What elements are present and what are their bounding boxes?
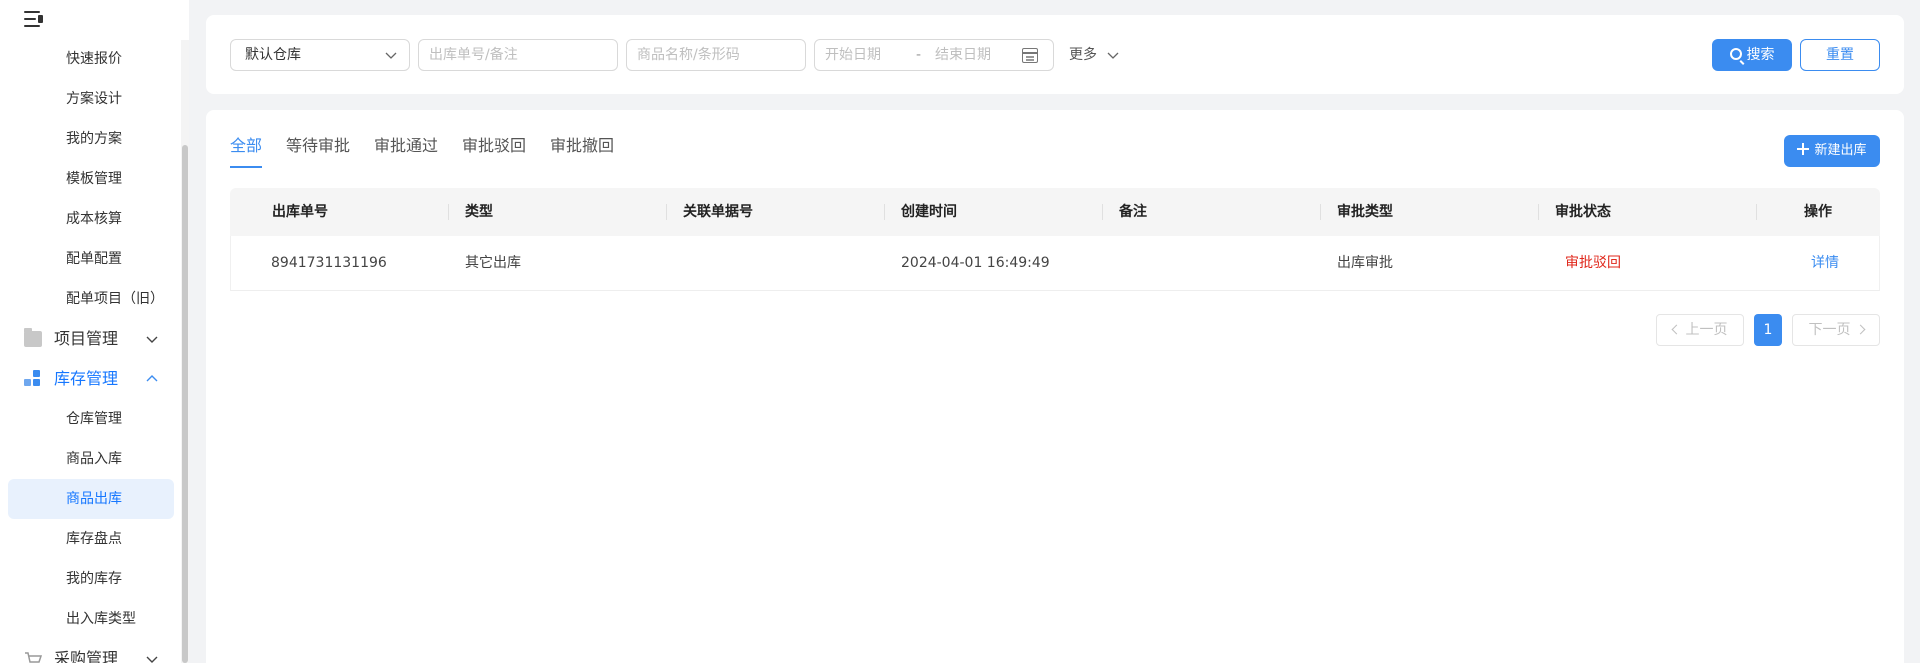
tab-active-indicator (230, 166, 262, 168)
inventory-icon (24, 370, 42, 387)
sidebar: 快速报价 方案设计 我的方案 模板管理 成本核算 配单配置 配单项目（旧） 项目… (0, 0, 189, 663)
sidebar-item-order-project-legacy[interactable]: 配单项目（旧） (66, 279, 164, 319)
product-search-placeholder: 商品名称/条形码 (637, 47, 740, 63)
more-filters-toggle[interactable]: 更多 (1069, 39, 1119, 71)
sidebar-item-inout-types[interactable]: 出入库类型 (66, 599, 136, 639)
tab-withdrawn[interactable]: 审批撤回 (550, 134, 614, 158)
end-date-placeholder[interactable]: 结束日期 (935, 40, 991, 70)
new-outbound-button[interactable]: 新建出库 (1784, 135, 1880, 167)
order-no-input[interactable]: 出库单号/备注 (418, 39, 618, 71)
calendar-icon[interactable] (1022, 48, 1038, 63)
cell-approval-type: 出库审批 (1337, 255, 1393, 271)
sidebar-item-cost-accounting[interactable]: 成本核算 (66, 199, 122, 239)
chevron-up-icon (146, 375, 158, 382)
next-page-label: 下一页 (1808, 322, 1851, 338)
cell-order-no: 8941731131196 (271, 255, 387, 271)
outbound-list-panel: 全部 等待审批 审批通过 审批驳回 审批撤回 新建出库 出库单号 类型 关联单据… (206, 110, 1904, 663)
collapse-menu-icon[interactable] (24, 10, 44, 28)
sidebar-group-label: 库存管理 (54, 369, 119, 388)
more-label: 更多 (1069, 47, 1097, 63)
start-date-placeholder[interactable]: 开始日期 (825, 40, 881, 70)
next-page-button[interactable]: 下一页 (1792, 314, 1880, 346)
column-header: 备注 (1119, 204, 1147, 220)
search-button[interactable]: 搜索 (1712, 39, 1792, 71)
plus-icon (1797, 143, 1810, 155)
search-icon (1729, 48, 1742, 60)
sidebar-item-solution-design[interactable]: 方案设计 (66, 79, 122, 119)
column-header: 类型 (465, 204, 493, 220)
column-header: 操作 (1804, 204, 1832, 220)
cell-approval-status: 审批驳回 (1565, 255, 1621, 271)
tab-rejected[interactable]: 审批驳回 (462, 134, 526, 158)
outbound-table: 出库单号 类型 关联单据号 创建时间 备注 审批类型 审批状态 操作 89417… (230, 188, 1880, 291)
warehouse-select[interactable]: 默认仓库 (230, 39, 410, 71)
filter-panel: 默认仓库 出库单号/备注 商品名称/条形码 开始日期 - 结束日期 更多 搜索 … (206, 15, 1904, 94)
product-search-input[interactable]: 商品名称/条形码 (626, 39, 806, 71)
cell-created-at: 2024-04-01 16:49:49 (901, 255, 1050, 271)
app-root: 快速报价 方案设计 我的方案 模板管理 成本核算 配单配置 配单项目（旧） 项目… (0, 0, 1920, 663)
sidebar-group-label: 采购管理 (54, 649, 119, 663)
tab-pending-approval[interactable]: 等待审批 (286, 134, 350, 158)
sidebar-item-goods-outbound[interactable]: 商品出库 (66, 479, 122, 519)
chevron-right-icon (1855, 324, 1865, 335)
column-header: 关联单据号 (683, 204, 753, 220)
new-outbound-label: 新建出库 (1814, 143, 1867, 158)
column-header: 审批类型 (1337, 204, 1393, 220)
table-row: 8941731131196 其它出库 2024-04-01 16:49:49 出… (230, 236, 1880, 291)
sidebar-item-my-solutions[interactable]: 我的方案 (66, 119, 122, 159)
order-no-placeholder: 出库单号/备注 (429, 47, 518, 63)
sidebar-item-goods-inbound[interactable]: 商品入库 (66, 439, 122, 479)
column-header: 审批状态 (1555, 204, 1611, 220)
sidebar-scrollbar-thumb[interactable] (182, 145, 188, 663)
date-range-separator: - (916, 47, 922, 63)
sidebar-group-label: 项目管理 (54, 329, 119, 348)
sidebar-group-purchase[interactable]: 采购管理 (24, 639, 164, 663)
tab-approved[interactable]: 审批通过 (374, 134, 438, 158)
prev-page-button[interactable]: 上一页 (1656, 314, 1744, 346)
sidebar-group-project[interactable]: 项目管理 (24, 319, 164, 359)
chevron-down-icon (146, 336, 158, 343)
date-range-picker[interactable]: 开始日期 - 结束日期 (814, 39, 1054, 71)
warehouse-select-value: 默认仓库 (245, 47, 301, 63)
sidebar-item-order-config[interactable]: 配单配置 (66, 239, 122, 279)
chevron-left-icon (1671, 324, 1681, 335)
chevron-down-icon (1107, 52, 1119, 59)
reset-button[interactable]: 重置 (1800, 39, 1880, 71)
table-header: 出库单号 类型 关联单据号 创建时间 备注 审批类型 审批状态 操作 (230, 188, 1880, 236)
column-header: 创建时间 (901, 204, 957, 220)
search-button-label: 搜索 (1746, 47, 1775, 63)
cell-type: 其它出库 (465, 255, 521, 271)
prev-page-label: 上一页 (1685, 322, 1728, 338)
cart-icon (25, 652, 42, 663)
sidebar-group-inventory[interactable]: 库存管理 (24, 359, 164, 399)
sidebar-item-quick-quote[interactable]: 快速报价 (66, 39, 122, 79)
sidebar-item-warehouse-management[interactable]: 仓库管理 (66, 399, 122, 439)
chevron-down-icon (146, 656, 158, 663)
tab-all[interactable]: 全部 (230, 134, 262, 158)
chevron-down-icon (385, 52, 397, 59)
sidebar-item-template-management[interactable]: 模板管理 (66, 159, 122, 199)
sidebar-item-my-inventory[interactable]: 我的库存 (66, 559, 122, 599)
column-header: 出库单号 (272, 204, 328, 220)
detail-link[interactable]: 详情 (1811, 236, 1839, 290)
sidebar-item-stocktaking[interactable]: 库存盘点 (66, 519, 122, 559)
page-button-current[interactable]: 1 (1754, 314, 1782, 346)
folder-icon (24, 328, 42, 347)
